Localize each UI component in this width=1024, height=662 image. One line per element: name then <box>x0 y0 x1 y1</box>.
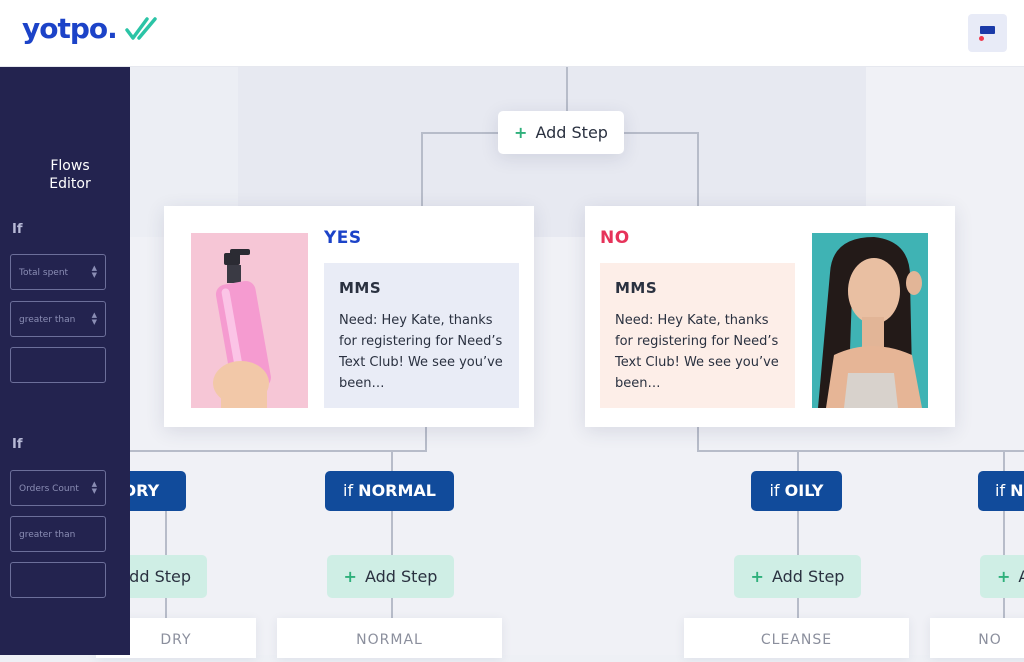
operator-select[interactable]: greater than <box>10 516 106 552</box>
logo-text: yotpo. <box>22 12 118 45</box>
woman-portrait-image <box>812 233 928 408</box>
condition-value: NORMAL <box>358 481 436 500</box>
connector-line <box>697 427 699 451</box>
connector-line <box>421 132 423 207</box>
add-step-label: Add Step <box>535 123 608 142</box>
add-step-button[interactable]: + Add Step <box>327 555 454 598</box>
plus-icon: + <box>343 567 357 586</box>
step-card-partial[interactable]: NO <box>930 618 1024 658</box>
select-arrows-icon: ▲ ▼ <box>91 480 97 495</box>
top-header: yotpo. <box>0 0 1024 67</box>
condition-value: OILY <box>784 481 824 500</box>
if-label: If <box>12 222 23 237</box>
add-step-label: dd Step <box>129 567 191 586</box>
add-step-button[interactable]: + A <box>980 555 1024 598</box>
value-input[interactable] <box>10 562 106 598</box>
product-bottle-image <box>191 233 308 408</box>
yes-label: YES <box>324 228 362 248</box>
plus-icon: + <box>514 123 528 142</box>
no-label: NO <box>600 228 630 248</box>
value-input[interactable] <box>10 347 106 383</box>
double-check-icon <box>125 16 157 40</box>
connector-line <box>130 450 427 452</box>
yes-branch-card[interactable]: YES MMS Need: Hey Kate, thanks for regis… <box>164 206 534 427</box>
step-card-cleanse[interactable]: CLEANSE <box>684 618 909 658</box>
connector-line <box>623 132 699 134</box>
plus-icon: + <box>750 567 764 586</box>
condition-normal[interactable]: if NORMAL <box>325 471 454 511</box>
no-branch-card[interactable]: NO MMS Need: Hey Kate, thanks for regist… <box>585 206 955 427</box>
connector-line <box>425 427 427 451</box>
plus-icon: + <box>997 567 1011 586</box>
select-arrows-icon: ▲ ▼ <box>91 311 97 326</box>
operator-select[interactable]: greater than ▲ ▼ <box>10 301 106 337</box>
no-message-preview[interactable]: MMS Need: Hey Kate, thanks for registeri… <box>600 263 795 408</box>
message-type: MMS <box>339 279 382 297</box>
yotpo-logo[interactable]: yotpo. <box>22 12 161 45</box>
add-step-button[interactable]: + Add Step <box>734 555 861 598</box>
yes-message-preview[interactable]: MMS Need: Hey Kate, thanks for registeri… <box>324 263 519 408</box>
select-arrows-icon: ▲ ▼ <box>91 264 97 279</box>
flows-editor-sidebar: Flows Editor If Total spent ▲ ▼ greater t… <box>0 67 130 655</box>
add-step-label: Add Step <box>364 567 438 586</box>
connector-line <box>566 67 568 111</box>
condition-oily[interactable]: if OILY <box>751 471 842 511</box>
message-body: Need: Hey Kate, thanks for registering f… <box>615 313 779 391</box>
if-label: If <box>12 437 23 452</box>
add-step-label: A <box>1018 567 1024 586</box>
condition-partial[interactable]: if N <box>978 471 1024 511</box>
metric-select[interactable]: Total spent ▲ ▼ <box>10 254 106 290</box>
add-step-button[interactable]: + Add Step <box>498 111 624 154</box>
message-type: MMS <box>615 279 658 297</box>
metric-select[interactable]: Orders Count ▲ ▼ <box>10 470 106 506</box>
step-card-normal[interactable]: NORMAL <box>277 618 502 658</box>
connector-line <box>421 132 499 134</box>
chat-widget-button[interactable] <box>968 14 1007 52</box>
chat-icon <box>980 26 995 34</box>
add-step-label: Add Step <box>771 567 845 586</box>
connector-line <box>697 132 699 207</box>
condition-value: N <box>1010 481 1024 500</box>
sidebar-title: Flows Editor <box>49 158 91 192</box>
connector-line <box>697 450 1024 452</box>
notification-dot <box>979 36 984 41</box>
message-body: Need: Hey Kate, thanks for registering f… <box>339 313 503 391</box>
